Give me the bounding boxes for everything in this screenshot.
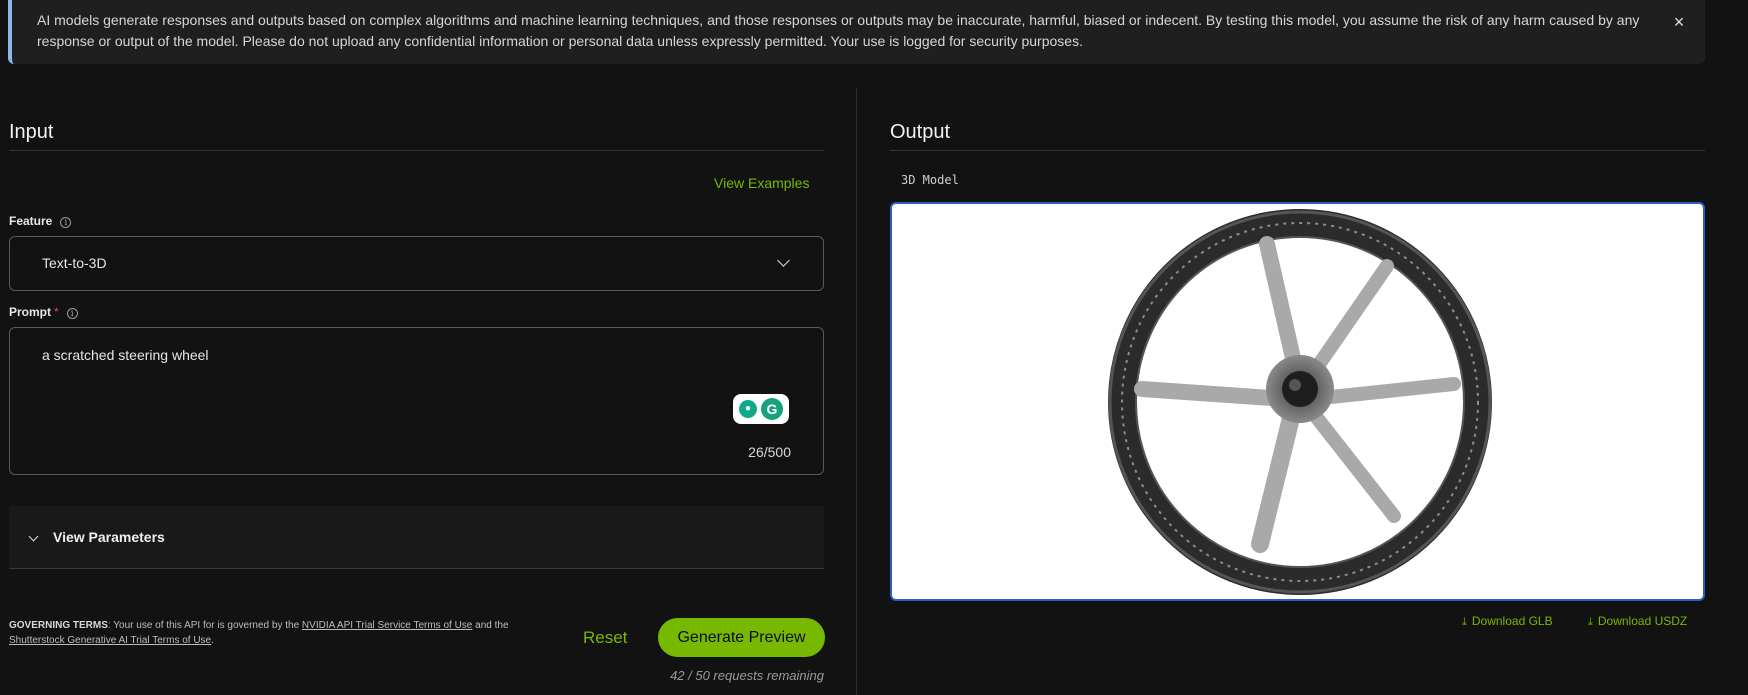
terms-lead: GOVERNING TERMS — [9, 620, 108, 631]
nvidia-terms-link[interactable]: NVIDIA API Trial Service Terms of Use — [302, 620, 472, 631]
info-icon[interactable]: i — [60, 217, 72, 228]
shutterstock-terms-link[interactable]: Shutterstock Generative AI Trial Terms o… — [9, 635, 211, 646]
prompt-textarea[interactable]: a scratched steering wheel ● G 26/500 — [9, 327, 824, 475]
chevron-down-icon — [28, 531, 39, 542]
disclaimer-banner: AI models generate responses and outputs… — [8, 0, 1705, 64]
info-icon[interactable]: i — [66, 308, 78, 319]
download-glb-link[interactable]: ⤓ Download GLB — [1462, 614, 1553, 629]
view-parameters-label: View Parameters — [53, 529, 165, 545]
requests-remaining: 42 / 50 requests remaining — [670, 668, 824, 683]
download-usdz-link[interactable]: ⤓ Download USDZ — [1588, 614, 1687, 629]
terms-text-1: : Your use of this API for is governed b… — [107, 620, 302, 631]
close-icon[interactable]: × — [1669, 12, 1689, 32]
feature-select-value: Text-to-3D — [42, 255, 107, 271]
reset-button[interactable]: Reset — [583, 628, 627, 648]
chevron-down-icon — [777, 254, 790, 267]
grammarly-icon: G — [761, 398, 783, 420]
download-glb-label: Download GLB — [1471, 614, 1553, 628]
download-usdz-label: Download USDZ — [1597, 614, 1688, 628]
feature-label: Feature i — [9, 214, 72, 228]
model-label: 3D Model — [901, 173, 959, 187]
steering-wheel-render — [1108, 209, 1492, 595]
prompt-text-value: a scratched steering wheel — [42, 347, 209, 363]
input-title-rule — [9, 150, 824, 151]
feature-label-text: Feature — [9, 214, 53, 228]
panel-divider — [856, 88, 857, 695]
output-title-rule — [890, 150, 1705, 151]
terms-text-2: and the — [472, 620, 509, 631]
char-counter: 26/500 — [748, 444, 791, 460]
download-icon: ⤓ — [1588, 616, 1593, 628]
generate-preview-button[interactable]: Generate Preview — [658, 618, 825, 657]
model-viewer[interactable] — [890, 202, 1705, 601]
bulb-icon: ● — [739, 400, 757, 418]
prompt-label: Prompt * i — [9, 305, 78, 319]
disclaimer-text: AI models generate responses and outputs… — [37, 12, 1640, 49]
terms-text-3: . — [211, 635, 214, 646]
output-panel-title: Output — [890, 121, 951, 143]
required-asterisk: * — [54, 305, 59, 319]
input-panel-title: Input — [9, 121, 54, 143]
grammarly-widget[interactable]: ● G — [733, 394, 789, 424]
feature-select[interactable]: Text-to-3D — [9, 236, 824, 291]
governing-terms: GOVERNING TERMS: Your use of this API fo… — [9, 618, 549, 648]
prompt-label-text: Prompt — [9, 305, 51, 319]
download-icon: ⤓ — [1462, 616, 1467, 628]
view-examples-link[interactable]: View Examples — [714, 175, 809, 191]
view-parameters-toggle[interactable]: View Parameters — [9, 506, 824, 569]
